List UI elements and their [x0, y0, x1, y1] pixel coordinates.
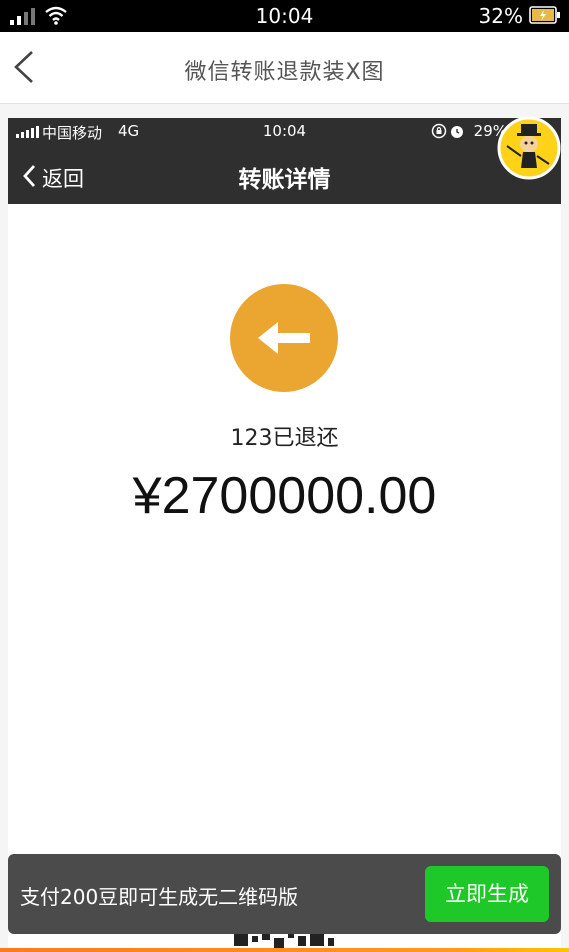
preview-image: 中国移动 4G 10:04 29% 返回 转账详情 123已退还 ¥270000… — [8, 118, 561, 952]
generate-now-button[interactable]: 立即生成 — [425, 866, 549, 922]
app-header: 微信转账退款装X图 — [0, 32, 569, 104]
battery-icon — [529, 6, 560, 24]
status-bar: 10:04 32% — [0, 0, 569, 32]
upgrade-banner: 支付200豆即可生成无二维码版 立即生成 — [8, 854, 561, 934]
preview-nav-title: 转账详情 — [238, 167, 331, 193]
preview-nav-bar: 返回 转账详情 — [8, 146, 561, 204]
refund-arrow-icon — [230, 284, 338, 392]
preview-status-bar: 中国移动 4G 10:04 29% — [8, 118, 561, 146]
banner-text: 支付200豆即可生成无二维码版 — [20, 885, 299, 909]
mascot-avatar-icon[interactable] — [497, 116, 561, 180]
rotation-lock-icon — [431, 123, 447, 139]
refund-amount: ¥2700000.00 — [132, 467, 437, 525]
refund-status-label: 123已退还 — [230, 426, 339, 451]
battery-percent: 32% — [478, 4, 523, 28]
page-title: 微信转账退款装X图 — [184, 60, 385, 85]
bottom-stripe — [0, 948, 569, 952]
alarm-icon — [451, 126, 463, 138]
